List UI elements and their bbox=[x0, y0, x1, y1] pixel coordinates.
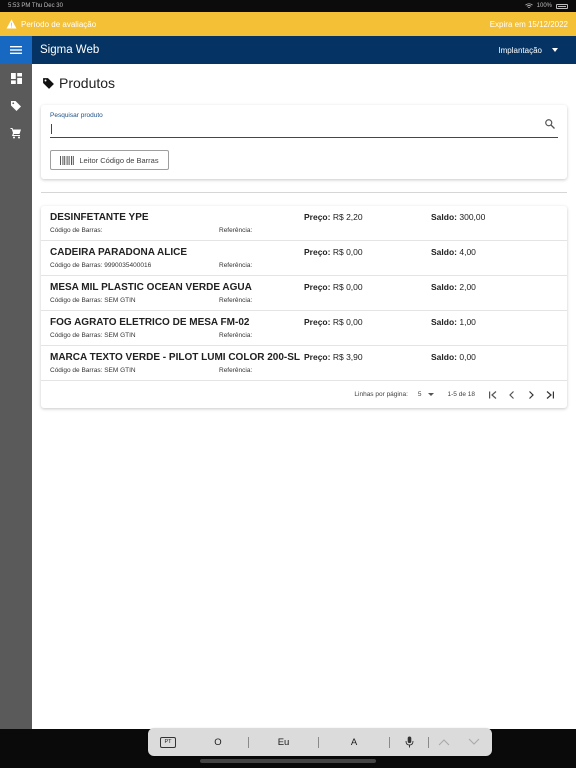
first-page-icon bbox=[488, 390, 496, 399]
trial-left: Período de avaliação bbox=[6, 19, 96, 29]
list-item[interactable]: CADEIRA PARADONA ALICE Preço: R$ 0,00 Sa… bbox=[41, 241, 567, 276]
app-bar: Sigma Web Implantação bbox=[0, 36, 576, 64]
page-title: Produtos bbox=[59, 75, 116, 91]
chevron-right-icon bbox=[528, 390, 534, 399]
caret-down-icon bbox=[427, 393, 434, 396]
search-card: Pesquisar produto Leitor Código de Barra… bbox=[41, 105, 567, 179]
page-header: Produtos bbox=[42, 75, 115, 91]
battery-percent: 100% bbox=[536, 3, 552, 9]
product-reference: Referência: bbox=[219, 227, 253, 234]
trial-expires: Expira em 15/12/2022 bbox=[489, 19, 568, 29]
main-content: Produtos Pesquisar produto Leitor Código… bbox=[32, 64, 576, 729]
page-range: 1-5 de 18 bbox=[447, 391, 475, 398]
product-name: FOG AGRATO ELETRICO DE MESA FM-02 bbox=[50, 317, 250, 328]
product-reference: Referência: bbox=[219, 367, 253, 374]
menu-icon bbox=[10, 46, 22, 54]
status-time: 5:53 PM Thu Dec 30 bbox=[8, 3, 63, 9]
rows-per-page-label: Linhas por página: bbox=[354, 391, 408, 398]
rows-per-page-value: 5 bbox=[417, 391, 422, 398]
implantacao-label: Implantação bbox=[498, 45, 542, 55]
product-price: Preço: R$ 0,00 bbox=[304, 317, 363, 327]
trial-banner: Período de avaliação Expira em 15/12/202… bbox=[0, 12, 576, 36]
product-price: Preço: R$ 3,90 bbox=[304, 352, 363, 362]
tag-icon bbox=[11, 100, 21, 111]
chevron-left-icon bbox=[508, 390, 514, 399]
product-saldo: Saldo: 0,00 bbox=[431, 352, 476, 362]
list-item[interactable]: MARCA TEXTO VERDE - PILOT LUMI COLOR 200… bbox=[41, 346, 567, 381]
product-saldo: Saldo: 300,00 bbox=[431, 212, 486, 222]
caret-down-icon bbox=[552, 48, 558, 52]
suggestion-button[interactable]: Eu bbox=[249, 732, 318, 752]
keyboard-shortcut-bar: PT O Eu A bbox=[148, 728, 492, 756]
product-reference: Referência: bbox=[219, 332, 253, 339]
wifi-icon bbox=[524, 3, 533, 8]
barcode-reader-button[interactable]: Leitor Código de Barras bbox=[50, 150, 169, 170]
status-bar: 5:53 PM Thu Dec 30 100% bbox=[0, 0, 576, 12]
previous-page-button[interactable] bbox=[502, 385, 521, 404]
chevron-down-icon bbox=[468, 738, 480, 745]
dashboard-icon bbox=[10, 73, 22, 84]
product-barcode: Código de Barras: bbox=[50, 227, 103, 234]
battery-icon bbox=[556, 3, 568, 9]
rail-item-products[interactable] bbox=[0, 92, 32, 119]
product-price: Preço: R$ 0,00 bbox=[304, 247, 363, 257]
product-saldo: Saldo: 1,00 bbox=[431, 317, 476, 327]
rows-per-page-select[interactable]: 5 bbox=[418, 391, 434, 398]
suggestion-button[interactable]: O bbox=[188, 732, 248, 752]
product-barcode: Código de Barras: 9990035400016 bbox=[50, 262, 152, 269]
last-page-icon bbox=[546, 390, 554, 399]
previous-field-button[interactable] bbox=[429, 732, 459, 752]
product-name: DESINFETANTE YPE bbox=[50, 212, 149, 223]
trial-text: Período de avaliação bbox=[21, 19, 97, 29]
list-item[interactable]: DESINFETANTE YPE Preço: R$ 2,20 Saldo: 3… bbox=[41, 206, 567, 241]
dictation-button[interactable] bbox=[390, 732, 428, 752]
home-indicator bbox=[200, 759, 376, 763]
search-label: Pesquisar produto bbox=[50, 112, 103, 119]
tag-icon bbox=[43, 77, 54, 89]
product-barcode: Código de Barras: SEM GTIN bbox=[50, 297, 136, 304]
product-barcode: Código de Barras: SEM GTIN bbox=[50, 332, 136, 339]
side-rail bbox=[0, 64, 32, 729]
keyboard-pt-icon: PT bbox=[160, 736, 176, 748]
suggestion-button[interactable]: A bbox=[319, 732, 389, 752]
menu-button[interactable] bbox=[0, 36, 32, 64]
implantacao-menu[interactable]: Implantação bbox=[498, 46, 558, 55]
status-right: 100% bbox=[524, 3, 568, 9]
list-item[interactable]: MESA MIL PLASTIC OCEAN VERDE AGUA Preço:… bbox=[41, 276, 567, 311]
product-reference: Referência: bbox=[219, 297, 253, 304]
search-button[interactable] bbox=[544, 117, 556, 135]
product-saldo: Saldo: 4,00 bbox=[431, 247, 476, 257]
barcode-icon bbox=[60, 155, 75, 165]
product-reference: Referência: bbox=[219, 262, 253, 269]
next-page-button[interactable] bbox=[521, 385, 540, 404]
search-input[interactable] bbox=[50, 121, 540, 134]
product-price: Preço: R$ 0,00 bbox=[304, 282, 363, 292]
app-title: Sigma Web bbox=[40, 44, 100, 56]
rail-item-dashboard[interactable] bbox=[0, 65, 32, 92]
product-name: MARCA TEXTO VERDE - PILOT LUMI COLOR 200… bbox=[50, 352, 301, 363]
warning-icon bbox=[6, 19, 17, 29]
search-underline bbox=[50, 137, 558, 138]
next-field-button[interactable] bbox=[459, 732, 489, 752]
pagination: Linhas por página: 5 1-5 de 18 bbox=[41, 381, 567, 408]
product-name: MESA MIL PLASTIC OCEAN VERDE AGUA bbox=[50, 282, 252, 293]
first-page-button[interactable] bbox=[483, 385, 502, 404]
cart-icon bbox=[10, 127, 21, 138]
text-cursor bbox=[51, 124, 52, 134]
last-page-button[interactable] bbox=[540, 385, 559, 404]
microphone-icon bbox=[405, 736, 413, 748]
product-list: DESINFETANTE YPE Preço: R$ 2,20 Saldo: 3… bbox=[41, 206, 567, 408]
divider bbox=[41, 192, 567, 193]
search-icon bbox=[545, 119, 555, 129]
product-saldo: Saldo: 2,00 bbox=[431, 282, 476, 292]
product-price: Preço: R$ 2,20 bbox=[304, 212, 363, 222]
keyboard-language-button[interactable]: PT bbox=[148, 732, 188, 752]
product-barcode: Código de Barras: SEM GTIN bbox=[50, 367, 136, 374]
chevron-up-icon bbox=[438, 739, 450, 746]
barcode-button-label: Leitor Código de Barras bbox=[79, 155, 159, 165]
list-item[interactable]: FOG AGRATO ELETRICO DE MESA FM-02 Preço:… bbox=[41, 311, 567, 346]
rail-item-cart[interactable] bbox=[0, 119, 32, 146]
product-name: CADEIRA PARADONA ALICE bbox=[50, 247, 188, 258]
